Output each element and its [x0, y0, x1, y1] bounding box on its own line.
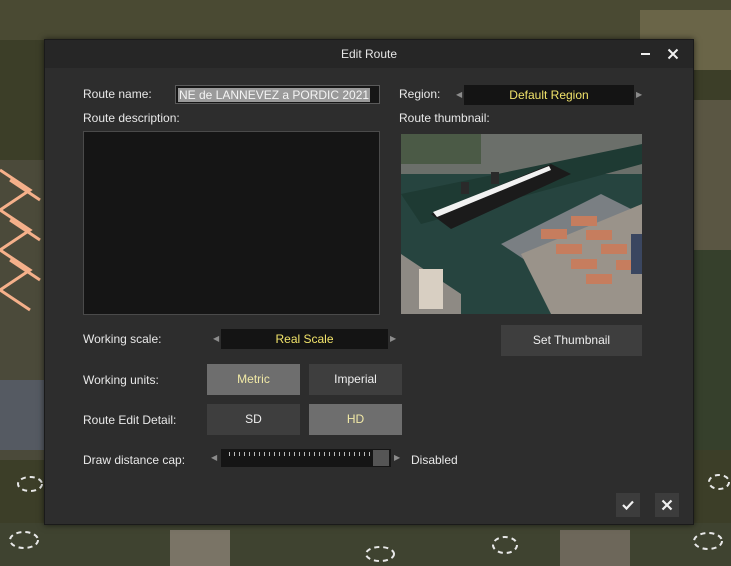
route-thumbnail-label: Route thumbnail: [399, 111, 490, 125]
working-scale-selector[interactable]: Real Scale [221, 329, 388, 349]
scale-next-arrow-icon[interactable]: ▶ [390, 329, 396, 349]
scale-prev-arrow-icon[interactable]: ◀ [213, 329, 219, 349]
draw-distance-label: Draw distance cap: [83, 453, 186, 467]
detail-sd-button[interactable]: SD [207, 404, 300, 435]
draw-distance-value: Disabled [411, 453, 458, 467]
close-icon[interactable] [663, 44, 683, 64]
draw-distance-next-arrow-icon[interactable]: ▶ [394, 448, 400, 468]
route-description-label: Route description: [83, 111, 180, 125]
route-description-textarea[interactable] [83, 131, 380, 315]
draw-distance-slider[interactable] [221, 449, 391, 467]
draw-distance-prev-arrow-icon[interactable]: ◀ [211, 448, 217, 468]
detail-hd-button[interactable]: HD [309, 404, 402, 435]
title-bar[interactable]: Edit Route [45, 40, 693, 68]
units-metric-button[interactable]: Metric [207, 364, 300, 395]
slider-handle[interactable] [373, 450, 389, 466]
checkmark-icon [622, 500, 634, 511]
region-label: Region: [399, 87, 441, 101]
route-name-input[interactable]: NE de LANNEVEZ a PORDIC 2021 [175, 85, 380, 104]
close-x-icon [661, 499, 673, 511]
set-thumbnail-button[interactable]: Set Thumbnail [501, 325, 642, 356]
route-name-label: Route name: [83, 87, 152, 101]
units-imperial-button[interactable]: Imperial [309, 364, 402, 395]
dialog-title: Edit Route [340, 47, 398, 61]
edit-route-dialog: Edit Route Route name: NE de LANNEVEZ a … [44, 39, 694, 525]
route-name-value: NE de LANNEVEZ a PORDIC 2021 [178, 88, 371, 102]
working-units-label: Working units: [83, 373, 159, 387]
slider-ticks [229, 452, 375, 456]
route-thumbnail-image [401, 134, 642, 314]
ok-checkmark-button[interactable] [616, 493, 640, 517]
minimize-icon[interactable] [636, 44, 656, 64]
region-next-arrow-icon[interactable]: ▶ [636, 85, 642, 105]
cancel-button[interactable] [655, 493, 679, 517]
working-scale-label: Working scale: [83, 332, 162, 346]
region-prev-arrow-icon[interactable]: ◀ [456, 85, 462, 105]
route-edit-detail-label: Route Edit Detail: [83, 413, 177, 427]
region-selector[interactable]: Default Region [464, 85, 634, 105]
